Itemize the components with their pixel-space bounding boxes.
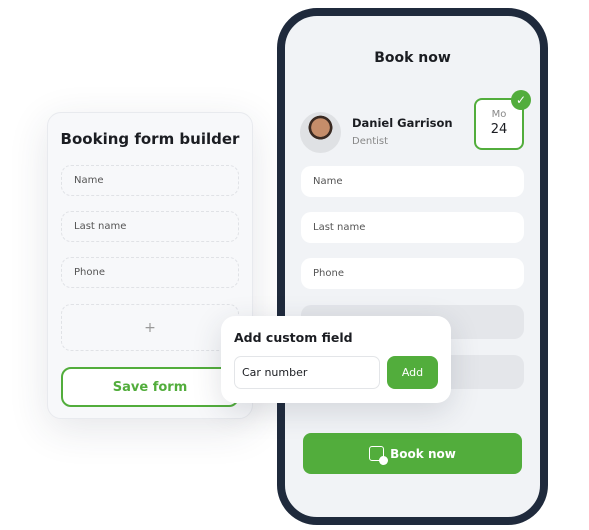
check-icon: ✓ [511, 90, 531, 110]
avatar [300, 112, 341, 153]
last-name-input[interactable]: Last name [301, 212, 524, 243]
add-custom-field-popup: Add custom field Car number Add [221, 316, 451, 403]
save-form-button[interactable]: Save form [61, 367, 239, 407]
book-now-button[interactable]: Book now [303, 433, 522, 474]
phone-input[interactable]: Phone [301, 258, 524, 289]
custom-field-input[interactable]: Car number [234, 356, 380, 389]
popup-title: Add custom field [234, 330, 353, 345]
book-now-label: Book now [390, 446, 456, 461]
add-button[interactable]: Add [387, 356, 438, 389]
calendar-check-icon [369, 446, 389, 465]
specialist-role: Dentist [352, 136, 389, 147]
date-number: 24 [490, 122, 508, 137]
plus-icon: + [144, 319, 156, 336]
builder-field-name[interactable]: Name [61, 165, 239, 196]
builder-field-last-name[interactable]: Last name [61, 211, 239, 242]
name-input[interactable]: Name [301, 166, 524, 197]
add-field-placeholder[interactable]: + [61, 304, 239, 351]
book-now-title: Book now [374, 50, 451, 66]
phone-frame: Book now Daniel Garrison Dentist Mo 24 ✓… [277, 8, 548, 525]
date-day: Mo [491, 109, 507, 120]
builder-field-phone[interactable]: Phone [61, 257, 239, 288]
builder-title: Booking form builder [60, 130, 240, 148]
specialist-name: Daniel Garrison [352, 116, 453, 130]
